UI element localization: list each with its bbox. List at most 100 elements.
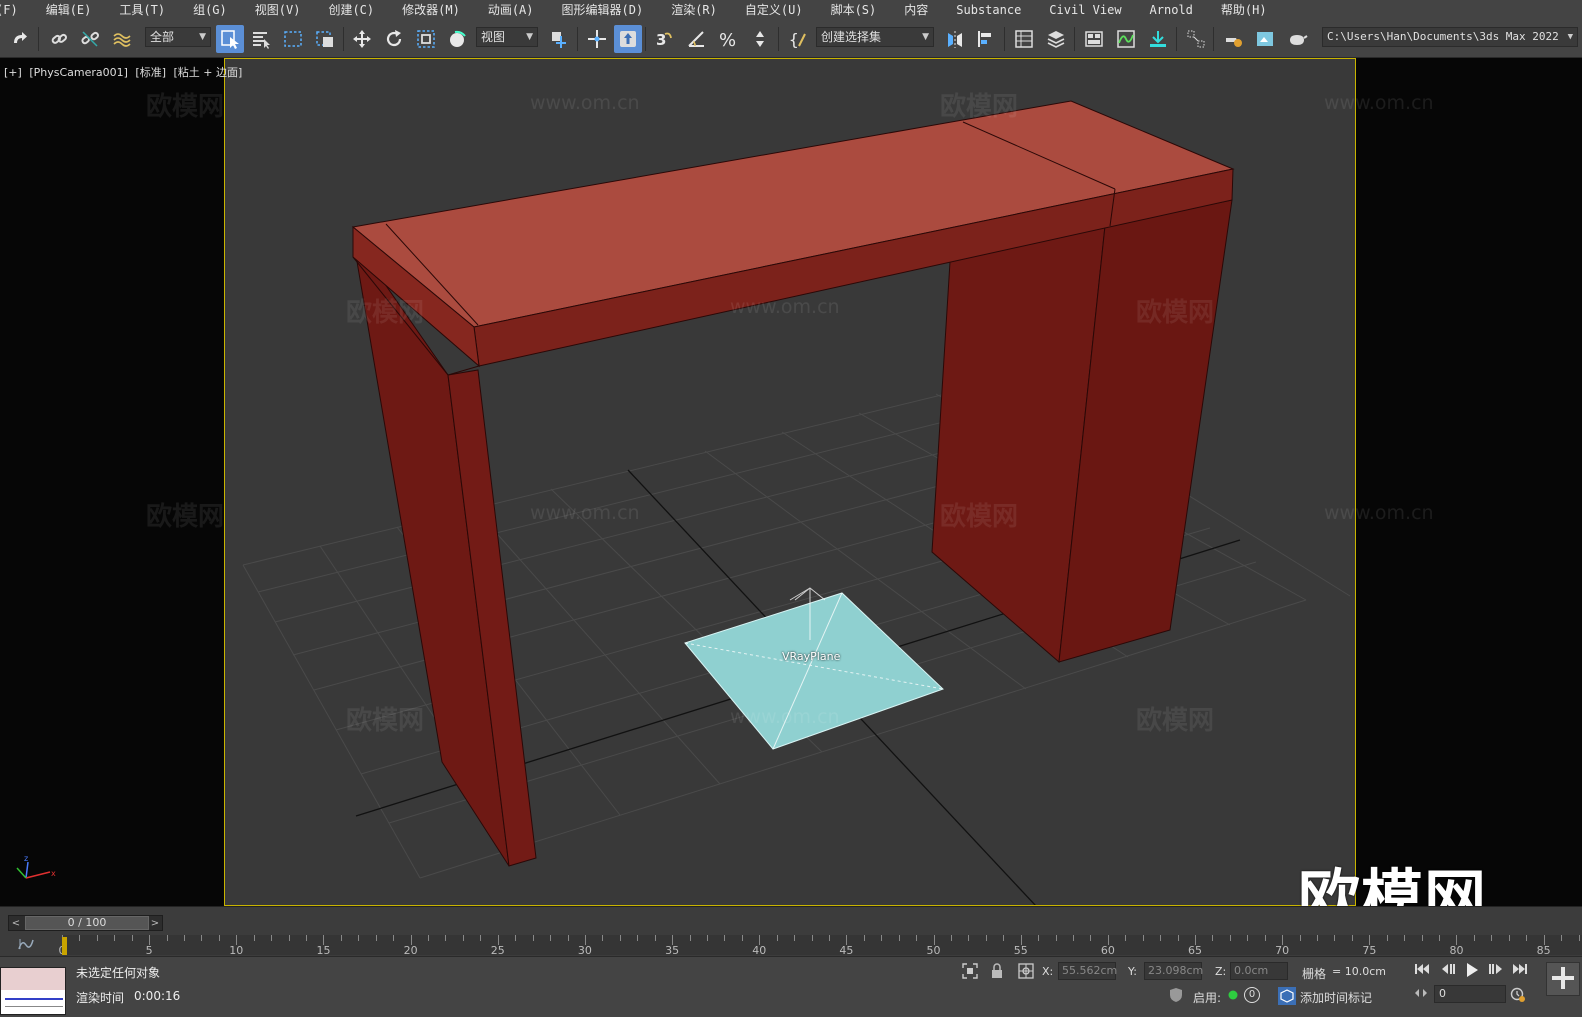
timeline-tick [79,935,81,941]
enable-label: 启用: [1193,991,1222,1005]
skip-start-icon [1415,964,1429,974]
enable-count-badge[interactable]: 0 [1244,987,1260,1003]
selection-lock-toggle[interactable] [990,963,1004,983]
create-key-plus-button[interactable] [1546,962,1580,996]
adaptive-degradation-button[interactable] [1168,987,1184,1007]
timeline-tick [532,935,534,941]
go-to-end-button[interactable] [1512,962,1528,980]
timeline-tick [985,935,987,941]
plus-icon [1552,967,1574,989]
timeline-tick [218,935,220,941]
status-bar: 未选定任何对象 渲染时间 0:00:16 X: 55.562cm Y: 23.0… [0,956,1582,1017]
timeline-tick [602,935,604,941]
timeline-tick [1404,935,1406,941]
play-button[interactable] [1464,962,1480,982]
timeline-tick [1229,935,1231,941]
timeline-tick [1264,935,1266,941]
isolate-selection-button[interactable] [962,963,978,983]
timeline-tick [131,935,133,941]
timeline-tick [306,935,308,941]
timeline-tick [776,935,778,941]
time-configuration-button[interactable] [1510,987,1526,1007]
timeline-tick [706,935,708,941]
y-coord-field[interactable]: 23.098cm [1144,962,1203,980]
timeline-tick [916,935,918,941]
go-to-start-button[interactable] [1414,962,1430,980]
time-tag-button[interactable] [1278,987,1296,1009]
curve-icon [18,939,34,950]
z-coord-label: Z: [1215,965,1227,978]
maxscript-listener-mini[interactable] [0,967,66,1015]
isolate-icon [962,963,978,979]
timeline-tick [794,935,796,941]
current-frame-field[interactable]: 0 [1434,985,1506,1003]
svg-text:x: x [51,869,56,878]
timeline-tick [1421,935,1423,941]
time-slider-area: < 0 / 100 > 0510152025303540455055606570… [0,906,1582,957]
viewport-shading-preset-menu[interactable]: [标准] [135,66,166,79]
previous-frame-button[interactable] [1440,962,1456,980]
lock-icon [992,963,1002,978]
vray-plane-label: VRayPlane [782,650,841,663]
mini-curve-editor-toggle[interactable] [18,937,34,954]
timeline-tick [1003,935,1005,941]
step-back-icon [1442,964,1455,974]
viewport-general-menu[interactable]: [+] [4,66,22,79]
viewport-visual-style-menu[interactable]: [粘土 + 边面] [174,66,243,79]
timeline-tick [567,935,569,941]
timeline-tick [96,935,98,941]
timeline-tick [1212,935,1214,941]
time-config-icon [1510,987,1525,1002]
shield-icon [1170,988,1182,1002]
x-coord-field[interactable]: 55.562cm [1058,962,1117,980]
timeline-tick [1073,935,1074,941]
frame-arrows[interactable] [1414,987,1428,1003]
absolute-mode-icon [1018,963,1034,979]
left-right-arrows-icon [1415,989,1427,997]
timeline-tick [1386,935,1388,941]
timeline-tick [480,935,482,941]
absolute-transform-toggle[interactable] [1018,963,1034,983]
viewport-label-menu[interactable]: [+] [PhysCamera001] [标准] [粘土 + 边面] [4,64,246,80]
render-time-label: 渲染时间 [76,991,125,1005]
y-coord-label: Y: [1128,965,1137,978]
next-frame-button[interactable] [1488,962,1504,980]
timeline-tick [1247,935,1249,941]
timeline-tick [968,935,970,941]
chevron-left-icon[interactable]: < [9,918,23,929]
timeline-tick [1142,935,1144,941]
timeline-tick [375,935,377,941]
timeline-tick [1038,935,1040,941]
timeline-tick [445,935,447,941]
world-axis-tripod-outer: z x [16,854,56,879]
timeline-tick [288,935,290,941]
timeline-tick [184,935,186,941]
timeline-track[interactable]: 0510152025303540455055606570758085 [59,935,1582,957]
z-coord-field[interactable]: 0.0cm [1230,962,1288,980]
timeline-tick [1473,935,1475,941]
timeline-tick [428,935,430,941]
chevron-right-icon[interactable]: > [148,918,162,929]
selection-status-text: 未选定任何对象 [76,966,161,980]
timeline-tick [201,935,203,941]
grid-size-value: = 10.0cm [1332,965,1386,978]
timeline-tick [654,935,656,941]
time-slider-thumb[interactable]: 0 / 100 [25,916,149,930]
timeline-tick [1439,935,1441,941]
timeline-tick [1299,935,1301,941]
timeline-tick [1578,935,1580,941]
timeline-tick [637,935,639,941]
time-slider[interactable]: < 0 / 100 > [8,915,163,931]
grid-size-label: 栅格 [1302,967,1327,981]
add-time-tag-label[interactable]: 添加时间标记 [1300,989,1372,1006]
time-cursor[interactable] [62,937,67,955]
timeline-tick [619,935,621,941]
timeline-tick [1526,935,1528,941]
timeline-tick [898,935,900,941]
timeline-tick [1160,935,1162,941]
viewport-point-of-view-menu[interactable]: [PhysCamera001] [29,66,128,79]
x-coord-label: X: [1042,965,1054,978]
timeline-tick [1508,935,1510,941]
timeline-tick [271,935,273,941]
status-green-dot [1228,989,1238,1004]
